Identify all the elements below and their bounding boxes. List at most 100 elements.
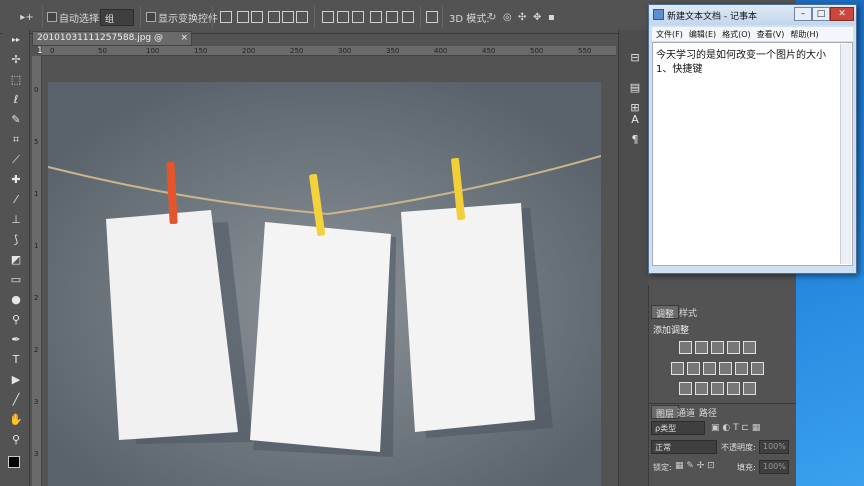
gradient-map-icon[interactable]	[727, 382, 740, 395]
spot-healing-tool-icon[interactable]: ✚	[8, 172, 24, 188]
threshold-icon[interactable]	[711, 382, 724, 395]
curves-icon[interactable]	[711, 341, 724, 354]
posterize-icon[interactable]	[695, 382, 708, 395]
hue-saturation-icon[interactable]	[671, 362, 684, 375]
selective-color-icon[interactable]	[743, 382, 756, 395]
clone-stamp-tool-icon[interactable]: ⊥	[8, 212, 24, 228]
type-tool-icon[interactable]: T	[8, 352, 24, 368]
black-white-icon[interactable]	[703, 362, 716, 375]
3d-scale-icon[interactable]: ▪	[548, 9, 555, 25]
vertical-ruler[interactable]: 0 5 1 1 2 2 3 3	[32, 56, 42, 486]
minimize-button[interactable]: –	[794, 7, 812, 21]
photo-filter-icon[interactable]	[719, 362, 732, 375]
align-left-icon[interactable]	[268, 11, 280, 23]
channel-mixer-icon[interactable]	[735, 362, 748, 375]
align-hcenter-icon[interactable]	[282, 11, 294, 23]
path-select-tool-icon[interactable]: ▶	[8, 372, 24, 388]
layer-kind-filter[interactable]: ρ类型	[651, 421, 705, 435]
divider	[442, 6, 443, 28]
marquee-tool-icon[interactable]: ⬚	[8, 72, 24, 88]
align-vcenter-icon[interactable]	[237, 11, 249, 23]
close-tab-icon[interactable]: ×	[180, 32, 188, 45]
auto-align-icon[interactable]	[426, 11, 438, 23]
ruler-h-tick: 300	[338, 47, 352, 55]
notepad-text-area[interactable]: 今天学习的是如何改变一个图片的大小 1、快捷键	[652, 42, 853, 266]
align-right-icon[interactable]	[296, 11, 308, 23]
brush-tool-icon[interactable]: ⁄	[8, 192, 24, 208]
blend-mode-dropdown[interactable]: 正常	[651, 440, 717, 454]
history-panel-icon[interactable]: ⊟	[627, 50, 643, 66]
invert-icon[interactable]	[679, 382, 692, 395]
lock-icons[interactable]: ▦ ✎ ✢ ⊡	[675, 461, 715, 471]
distribute-left-icon[interactable]	[370, 11, 382, 23]
notepad-window[interactable]: 新建文本文档 - 记事本 – □ ✕ 文件(F) 编辑(E) 格式(O) 查看(…	[648, 4, 857, 274]
auto-select-checkbox[interactable]	[47, 12, 57, 22]
eraser-tool-icon[interactable]: ◩	[8, 252, 24, 268]
horizontal-ruler[interactable]: 0 50 100 150 200 250 300 350 400 450 500 550	[42, 46, 616, 56]
distribute-vcenter-icon[interactable]	[337, 11, 349, 23]
quick-select-tool-icon[interactable]: ✎	[8, 112, 24, 128]
shape-tool-icon[interactable]: ╱	[8, 392, 24, 408]
actions-panel-icon[interactable]: ▤	[627, 80, 643, 96]
move-tool-preset-icon[interactable]: ▸+	[16, 9, 38, 25]
collapse-tools-icon[interactable]: ▸▸	[8, 32, 24, 48]
menu-format[interactable]: 格式(O)	[722, 29, 751, 40]
distribute-top-icon[interactable]	[322, 11, 334, 23]
vibrance-icon[interactable]	[743, 341, 756, 354]
levels-icon[interactable]	[695, 341, 708, 354]
tab-styles[interactable]: 样式	[675, 305, 701, 319]
history-brush-tool-icon[interactable]: ⟆	[8, 232, 24, 248]
divider	[42, 6, 43, 28]
paragraph-panel-icon[interactable]: ¶	[627, 132, 643, 148]
align-bottom-icon[interactable]	[251, 11, 263, 23]
color-lookup-icon[interactable]	[751, 362, 764, 375]
filter-icons[interactable]: ▣ ◐ T ⊏ ▦	[711, 423, 760, 433]
menu-help[interactable]: 帮助(H)	[790, 29, 818, 40]
ruler-h-tick: 0	[50, 47, 55, 55]
image-canvas[interactable]	[48, 82, 601, 486]
notepad-vertical-scrollbar[interactable]	[840, 44, 851, 264]
menu-edit[interactable]: 编辑(E)	[689, 29, 716, 40]
move-tool-icon[interactable]: ✢	[8, 52, 24, 68]
notepad-title: 新建文本文档 - 记事本	[667, 12, 757, 22]
ruler-v-tick: 1	[34, 190, 39, 198]
distribute-hcenter-icon[interactable]	[386, 11, 398, 23]
divider	[314, 6, 315, 28]
fill-input[interactable]: 100%	[759, 460, 789, 474]
align-top-icon[interactable]	[220, 11, 232, 23]
divider	[420, 6, 421, 28]
dodge-tool-icon[interactable]: ⚲	[8, 312, 24, 328]
crop-tool-icon[interactable]: ⌗	[8, 132, 24, 148]
hand-tool-icon[interactable]: ✋	[8, 412, 24, 428]
document-tab[interactable]: 20101031111257588.jpg @ 100%(RGB/8#) ×	[32, 31, 192, 56]
tab-paths[interactable]: 路径	[695, 405, 721, 419]
3d-rotate-icon[interactable]: ↻	[488, 9, 496, 25]
3d-roll-icon[interactable]: ◎	[503, 9, 512, 25]
auto-select-dropdown[interactable]: 组	[100, 9, 134, 26]
card-right	[401, 203, 535, 432]
opacity-input[interactable]: 100%	[759, 440, 789, 454]
pen-tool-icon[interactable]: ✒	[8, 332, 24, 348]
exposure-icon[interactable]	[727, 341, 740, 354]
color-balance-icon[interactable]	[687, 362, 700, 375]
lasso-tool-icon[interactable]: ℓ	[8, 92, 24, 108]
menu-view[interactable]: 查看(V)	[757, 29, 785, 40]
brightness-contrast-icon[interactable]	[679, 341, 692, 354]
maximize-button[interactable]: □	[812, 7, 830, 21]
card-middle	[250, 222, 391, 452]
distribute-bottom-icon[interactable]	[352, 11, 364, 23]
foreground-color-swatch[interactable]	[8, 456, 20, 468]
character-panel-icon[interactable]: A	[627, 112, 643, 128]
fill-label: 填充:	[737, 463, 756, 472]
menu-file[interactable]: 文件(F)	[656, 29, 683, 40]
close-button[interactable]: ✕	[830, 7, 854, 21]
zoom-tool-icon[interactable]: ⚲	[8, 432, 24, 448]
blur-tool-icon[interactable]: ●	[8, 292, 24, 308]
3d-pan-icon[interactable]: ✣	[518, 9, 526, 25]
3d-slide-icon[interactable]: ✥	[533, 9, 541, 25]
ruler-h-tick: 200	[242, 47, 256, 55]
distribute-right-icon[interactable]	[402, 11, 414, 23]
gradient-tool-icon[interactable]: ▭	[8, 272, 24, 288]
eyedropper-tool-icon[interactable]: ⟋	[8, 152, 24, 168]
show-transform-checkbox[interactable]	[146, 12, 156, 22]
